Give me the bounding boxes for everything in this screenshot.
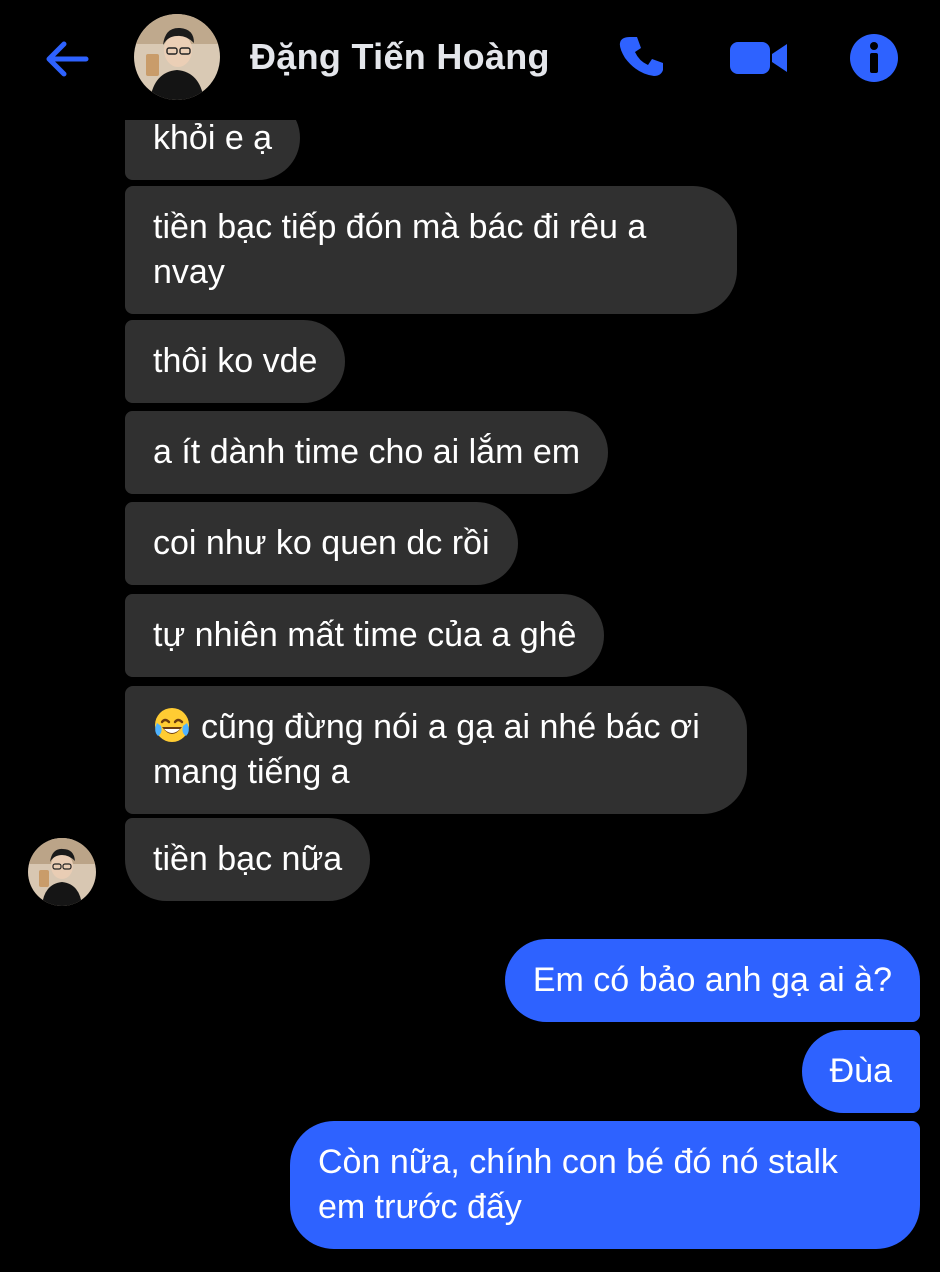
message-text: Đùa — [829, 1052, 892, 1090]
message-bubble-incoming[interactable]: tự nhiên mất time của a ghê — [125, 594, 605, 677]
conversation-header: Đặng Tiến Hoàng — [0, 0, 940, 120]
message-text: a ít dành time cho ai lắm em — [153, 433, 581, 471]
message-bubble-incoming[interactable]: cũng đừng nói a gạ ai nhé bác ơi mang ti… — [125, 686, 747, 814]
back-arrow-icon[interactable] — [40, 32, 94, 86]
contact-name[interactable]: Đặng Tiến Hoàng — [250, 36, 550, 78]
message-text: thôi ko vde — [153, 342, 318, 380]
message-text: Còn nữa, chính con bé đó nó stalk em trư… — [318, 1143, 838, 1226]
message-bubble-outgoing[interactable]: Em có bảo anh gạ ai à? — [504, 939, 920, 1022]
contact-avatar[interactable] — [134, 14, 220, 100]
message-text: Em có bảo anh gạ ai à? — [532, 961, 892, 999]
message-bubble-incoming[interactable]: coi như ko quen dc rồi — [125, 502, 518, 585]
message-text: tự nhiên mất time của a ghê — [153, 616, 577, 654]
message-text: coi như ko quen dc rồi — [153, 524, 490, 562]
message-bubble-incoming[interactable]: tiền bạc nữa — [125, 818, 371, 901]
message-bubble-incoming[interactable]: thôi ko vde — [125, 320, 346, 403]
info-icon[interactable] — [848, 32, 900, 89]
message-bubble-incoming[interactable]: a ít dành time cho ai lắm em — [125, 411, 609, 494]
contact-avatar-small[interactable] — [28, 838, 96, 906]
message-text: cũng đừng nói a gạ ai nhé bác ơi mang ti… — [153, 708, 700, 791]
message-thread: khỏi e ạ tiền bạc tiếp đón mà bác đi rêu… — [0, 0, 940, 1272]
message-bubble-incoming[interactable]: tiền bạc tiếp đón mà bác đi rêu a nvay — [125, 186, 737, 314]
message-text: tiền bạc tiếp đón mà bác đi rêu a nvay — [153, 208, 647, 291]
phone-icon[interactable] — [618, 32, 668, 87]
laughing-tears-emoji-icon — [153, 706, 191, 744]
message-text: khỏi e ạ — [153, 119, 273, 157]
message-bubble-outgoing[interactable]: Đùa — [801, 1030, 920, 1113]
message-text: tiền bạc nữa — [153, 840, 343, 878]
video-camera-icon[interactable] — [728, 36, 790, 85]
message-bubble-outgoing[interactable]: Còn nữa, chính con bé đó nó stalk em trư… — [290, 1121, 920, 1249]
